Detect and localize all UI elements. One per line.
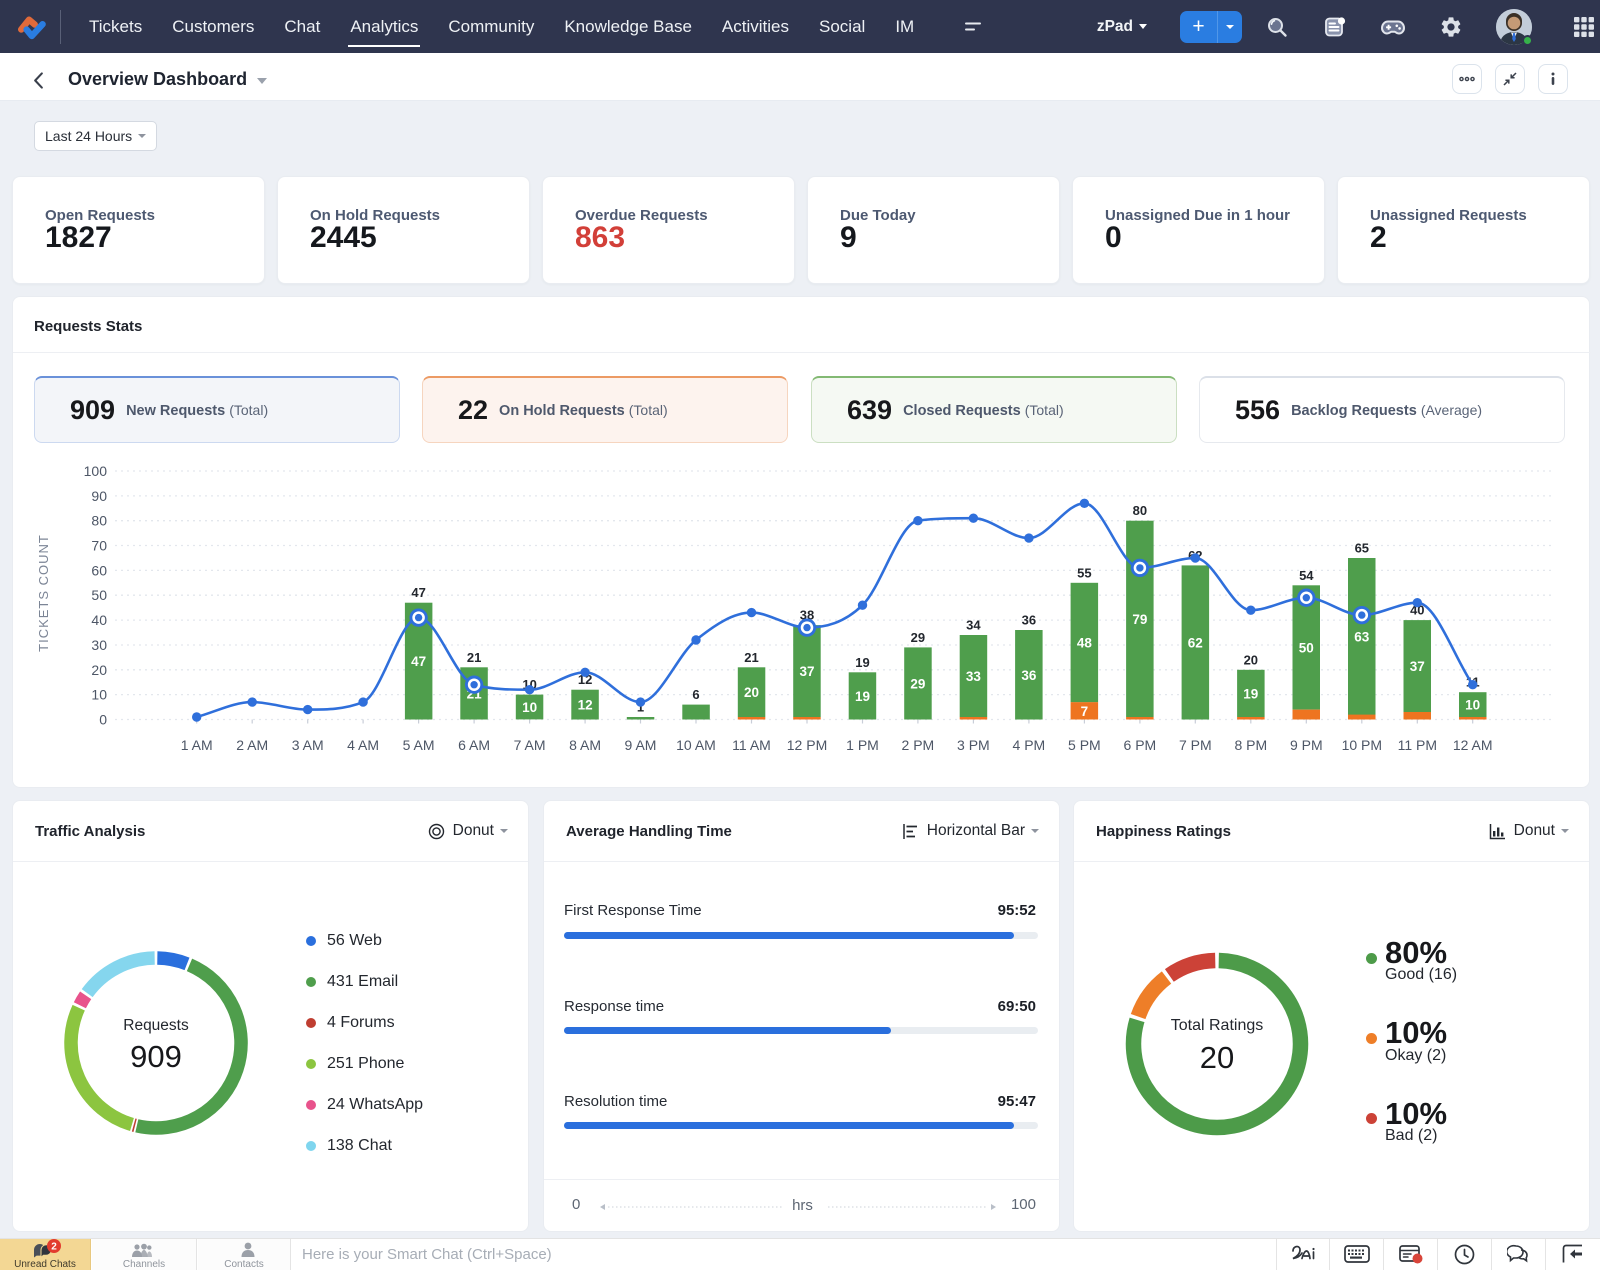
svg-text:90: 90 — [91, 488, 107, 504]
svg-text:2 PM: 2 PM — [902, 737, 935, 753]
svg-text:0: 0 — [99, 712, 107, 728]
svg-text:19: 19 — [855, 689, 870, 704]
svg-text:60: 60 — [91, 562, 107, 578]
svg-text:33: 33 — [966, 669, 982, 684]
svg-text:50: 50 — [91, 587, 107, 603]
svg-text:2 AM: 2 AM — [236, 737, 268, 753]
svg-text:29: 29 — [911, 630, 925, 645]
svg-text:40: 40 — [91, 612, 107, 628]
svg-text:50: 50 — [1299, 640, 1314, 655]
svg-text:4 AM: 4 AM — [347, 737, 379, 753]
svg-text:7 AM: 7 AM — [514, 737, 546, 753]
svg-text:80: 80 — [1133, 503, 1147, 518]
svg-text:70: 70 — [91, 538, 107, 554]
svg-text:20: 20 — [1244, 652, 1258, 667]
svg-text:4 PM: 4 PM — [1013, 737, 1046, 753]
svg-text:9 PM: 9 PM — [1290, 737, 1323, 753]
svg-text:21: 21 — [744, 650, 758, 665]
svg-text:12 AM: 12 AM — [1453, 737, 1493, 753]
svg-text:9 AM: 9 AM — [625, 737, 657, 753]
svg-text:54: 54 — [1299, 568, 1314, 583]
svg-text:1 AM: 1 AM — [181, 737, 213, 753]
svg-text:48: 48 — [1077, 636, 1093, 651]
svg-text:10: 10 — [91, 687, 107, 703]
svg-text:8 AM: 8 AM — [569, 737, 601, 753]
svg-text:36: 36 — [1021, 668, 1037, 683]
svg-text:19: 19 — [1243, 686, 1258, 701]
svg-text:29: 29 — [910, 677, 925, 692]
svg-text:1 PM: 1 PM — [846, 737, 879, 753]
svg-text:11 AM: 11 AM — [732, 737, 771, 753]
svg-text:37: 37 — [799, 664, 814, 679]
svg-text:TICKETS COUNT: TICKETS COUNT — [36, 534, 51, 652]
svg-text:3 AM: 3 AM — [292, 737, 324, 753]
svg-text:20: 20 — [744, 685, 759, 700]
svg-text:5 PM: 5 PM — [1068, 737, 1101, 753]
svg-text:36: 36 — [1022, 613, 1036, 628]
svg-text:8 PM: 8 PM — [1234, 737, 1267, 753]
svg-text:20: 20 — [91, 662, 107, 678]
svg-text:3 PM: 3 PM — [957, 737, 990, 753]
svg-text:55: 55 — [1077, 565, 1091, 580]
svg-text:6 PM: 6 PM — [1124, 737, 1157, 753]
svg-text:6: 6 — [692, 687, 699, 702]
svg-text:63: 63 — [1354, 629, 1370, 644]
svg-text:2: 2 — [51, 1242, 57, 1253]
svg-text:100: 100 — [84, 463, 108, 479]
svg-text:47: 47 — [411, 585, 425, 600]
svg-text:12 PM: 12 PM — [787, 737, 827, 753]
svg-text:6 AM: 6 AM — [458, 737, 490, 753]
svg-text:65: 65 — [1355, 541, 1369, 556]
svg-text:19: 19 — [855, 655, 869, 670]
svg-text:12: 12 — [578, 698, 593, 713]
svg-text:62: 62 — [1188, 636, 1203, 651]
svg-text:21: 21 — [467, 650, 481, 665]
svg-text:37: 37 — [1410, 659, 1425, 674]
svg-text:10 PM: 10 PM — [1342, 737, 1382, 753]
svg-text:79: 79 — [1132, 612, 1147, 627]
svg-text:7: 7 — [1081, 704, 1089, 719]
svg-text:10 AM: 10 AM — [676, 737, 716, 753]
svg-text:7 PM: 7 PM — [1179, 737, 1212, 753]
svg-text:34: 34 — [966, 618, 981, 633]
svg-text:47: 47 — [411, 654, 426, 669]
svg-text:5 AM: 5 AM — [403, 737, 435, 753]
svg-text:10: 10 — [1465, 698, 1480, 713]
svg-text:30: 30 — [91, 637, 107, 653]
svg-text:11 PM: 11 PM — [1398, 737, 1437, 753]
svg-text:80: 80 — [91, 513, 107, 529]
svg-text:10: 10 — [522, 700, 537, 715]
